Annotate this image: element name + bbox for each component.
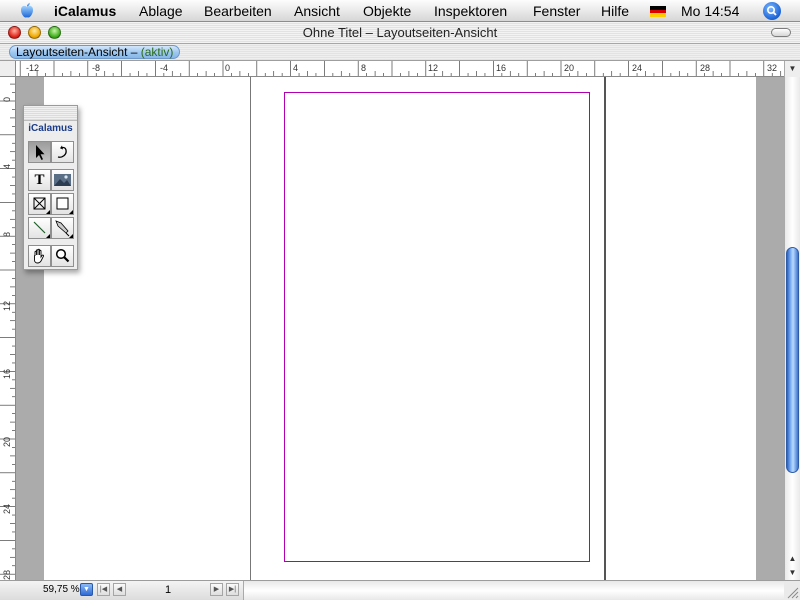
tab-label: Layoutseiten-Ansicht – xyxy=(16,45,138,59)
ruler-label: 28 xyxy=(700,63,711,73)
ruler-label: 28 xyxy=(2,569,12,580)
menu-bearbeiten[interactable]: Bearbeiten xyxy=(204,3,272,19)
menu-objekte[interactable]: Objekte xyxy=(363,3,411,19)
scroll-up-button[interactable]: ▲ xyxy=(785,552,800,566)
rotate-arrow-icon xyxy=(57,145,67,158)
menu-inspektoren[interactable]: Inspektoren xyxy=(434,3,507,19)
vertical-ruler[interactable]: 0 4 8 12 16 20 24 28 xyxy=(0,77,16,580)
ruler-label: 4 xyxy=(293,63,299,73)
menu-fenster[interactable]: Fenster xyxy=(533,3,580,19)
tool-palette[interactable]: iCalamus T xyxy=(23,105,78,270)
horizontal-ruler-ticks xyxy=(19,61,782,76)
ruler-label: 12 xyxy=(428,63,439,73)
ruler-origin-corner[interactable] xyxy=(0,61,16,77)
frame-tool-button[interactable] xyxy=(28,193,51,215)
ruler-label: 24 xyxy=(2,503,12,514)
ruler-label: 0 xyxy=(225,63,231,73)
page-number[interactable]: 1 xyxy=(165,584,171,596)
ruler-label: 20 xyxy=(2,436,12,447)
horizontal-ruler[interactable]: -12 -8 -4 0 4 8 12 16 20 24 28 32 xyxy=(16,61,784,77)
ruler-label: 12 xyxy=(2,300,12,311)
last-page-button[interactable]: ▶| xyxy=(226,583,239,596)
german-flag-icon[interactable] xyxy=(650,6,666,17)
rectangle-tool-button[interactable] xyxy=(51,193,74,215)
horizontal-scrollbar[interactable] xyxy=(243,581,784,600)
menu-hilfe[interactable]: Hilfe xyxy=(601,3,629,19)
zoom-level[interactable]: 59,75 % xyxy=(43,584,80,595)
ruler-label: 4 xyxy=(2,163,12,169)
hand-icon xyxy=(34,248,44,264)
tab-layoutseiten-ansicht[interactable]: Layoutseiten-Ansicht – (aktiv) xyxy=(9,45,181,59)
vertical-scroll-thumb[interactable] xyxy=(786,247,799,473)
submenu-corner-icon xyxy=(46,210,50,214)
ruler-label: 8 xyxy=(361,63,367,73)
layout-workspace[interactable] xyxy=(16,77,784,580)
ruler-label: 8 xyxy=(2,231,12,237)
menubar-clock[interactable]: Mo 14:54 xyxy=(681,3,739,19)
text-t-icon: T xyxy=(34,172,45,188)
ruler-label: 32 xyxy=(767,63,778,73)
ruler-label: -4 xyxy=(160,63,169,73)
ruler-label: -12 xyxy=(26,63,40,73)
select-tool-button[interactable] xyxy=(28,141,51,163)
scroll-up-arrow-top[interactable]: ▼ xyxy=(784,61,800,77)
spotlight-icon[interactable] xyxy=(763,2,781,20)
submenu-corner-icon xyxy=(69,210,73,214)
picture-icon xyxy=(54,174,71,186)
window-titlebar[interactable]: Ohne Titel – Layoutseiten-Ansicht xyxy=(0,22,800,44)
zoom-popup-button[interactable]: ▼ xyxy=(80,583,93,596)
ruler-label: 20 xyxy=(564,63,575,73)
triangle-up-icon: ▼ xyxy=(788,64,797,73)
rotate-tool-button[interactable] xyxy=(51,141,74,163)
first-page-button[interactable]: |◀ xyxy=(97,583,110,596)
arrow-pointer-icon xyxy=(36,145,45,160)
pen-tool-button[interactable] xyxy=(51,217,74,239)
ruler-label: 16 xyxy=(496,63,507,73)
image-tool-button[interactable] xyxy=(51,169,74,191)
tab-status: (aktiv) xyxy=(140,45,174,59)
ruler-label: 0 xyxy=(2,96,12,102)
palette-drag-bar[interactable] xyxy=(24,106,77,121)
ruler-label: 24 xyxy=(632,63,643,73)
hand-tool-button[interactable] xyxy=(28,245,51,267)
toolbar-toggle-button[interactable] xyxy=(771,28,791,37)
view-tab-strip: Layoutseiten-Ansicht – (aktiv) xyxy=(0,44,800,61)
text-tool-button[interactable]: T xyxy=(28,169,51,191)
resize-grip-icon[interactable] xyxy=(784,581,800,600)
line-tool-button[interactable] xyxy=(28,217,51,239)
magnifier-icon xyxy=(55,248,70,263)
document-window: Ohne Titel – Layoutseiten-Ansicht Layout… xyxy=(0,22,800,600)
vertical-scrollbar[interactable]: ▲ ▼ xyxy=(784,77,800,580)
status-bar: 59,75 % ▼ |◀ ◀ 1 ▶ ▶| xyxy=(0,580,800,600)
app-menu[interactable]: iCalamus xyxy=(54,3,116,19)
palette-title: iCalamus xyxy=(28,123,73,134)
ruler-label: 16 xyxy=(2,368,12,379)
ruler-label: -8 xyxy=(92,63,101,73)
menu-bar: iCalamus Ablage Bearbeiten Ansicht Objek… xyxy=(0,0,800,22)
window-title: Ohne Titel – Layoutseiten-Ansicht xyxy=(302,25,498,40)
previous-page-button[interactable]: ◀ xyxy=(113,583,126,596)
submenu-corner-icon xyxy=(46,234,50,238)
scroll-down-button[interactable]: ▼ xyxy=(785,566,800,580)
layout-page[interactable] xyxy=(250,77,606,580)
next-page-button[interactable]: ▶ xyxy=(210,583,223,596)
menu-ablage[interactable]: Ablage xyxy=(139,3,183,19)
zoom-tool-button[interactable] xyxy=(51,245,74,267)
menu-ansicht[interactable]: Ansicht xyxy=(294,3,340,19)
apple-menu-icon[interactable] xyxy=(17,2,37,20)
submenu-corner-icon xyxy=(69,234,73,238)
pasteboard[interactable] xyxy=(44,77,756,580)
page-margin-guide xyxy=(284,92,590,562)
